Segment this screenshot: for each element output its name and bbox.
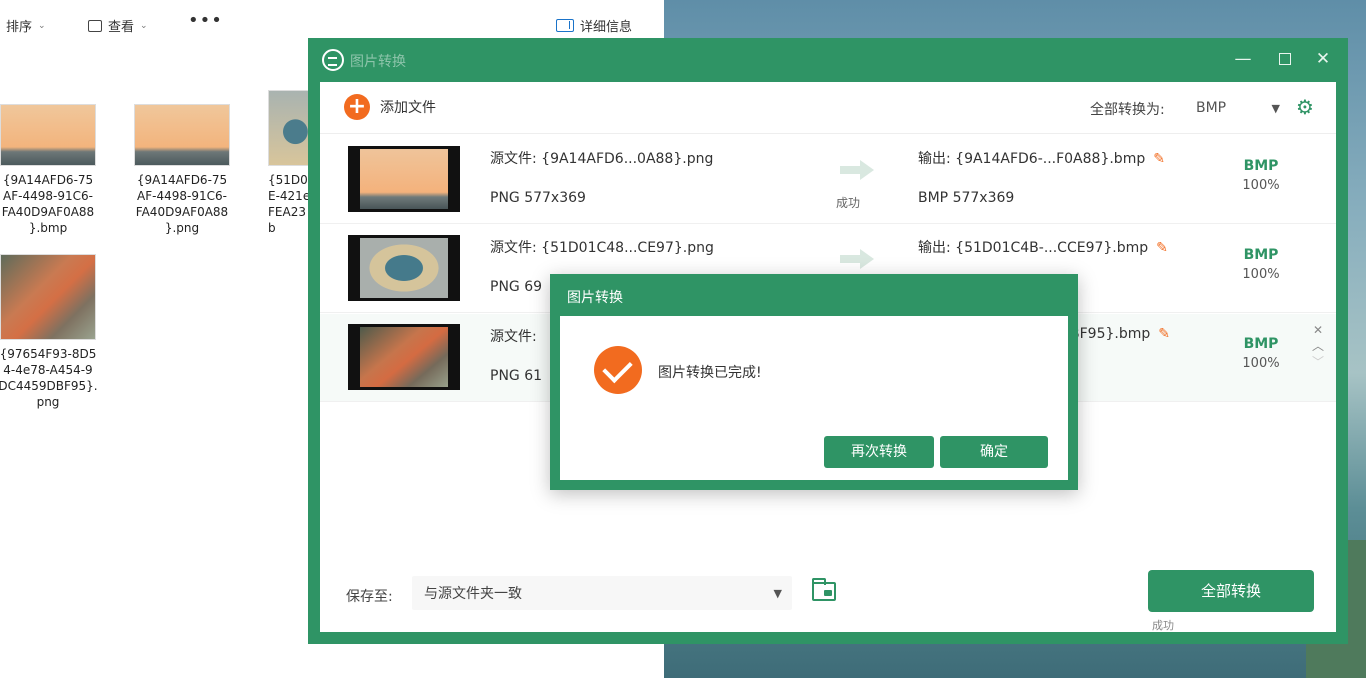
row-thumbnail: [348, 146, 460, 212]
thumbnail-image: [360, 238, 448, 298]
row-controls: ✕ ︿ ﹀: [1310, 322, 1326, 370]
row-thumbnail: [348, 235, 460, 301]
window-title: 图片转换: [350, 54, 406, 70]
details-pane-icon: [556, 19, 574, 32]
progress-percent: 100%: [1242, 356, 1280, 371]
output-file-info: BMP 577x369: [918, 190, 1015, 206]
source-file-label: 源文件: {9A14AFD6...0A88}.png: [490, 151, 714, 167]
format-badge: BMP: [1243, 158, 1279, 174]
save-location-select[interactable]: 与源文件夹一致 ▼: [412, 576, 792, 610]
save-to-label: 保存至:: [346, 589, 393, 605]
output-file-name: 输出: {9A14AFD6-...F0A88}.bmp: [918, 151, 1146, 167]
edit-pencil-icon[interactable]: ✎: [1156, 240, 1168, 256]
row-status: 成功: [836, 196, 861, 210]
maximize-icon: [1279, 53, 1291, 65]
file-name: {97654F93-8D5 4-4e78-A454-9 DC4459DBF95}…: [0, 347, 98, 409]
dialog-message: 图片转换已完成!: [658, 365, 762, 381]
file-name: {9A14AFD6-75 AF-4498-91C6- FA40D9AF0A88 …: [1, 173, 95, 235]
save-location-value: 与源文件夹一致: [424, 586, 522, 602]
dialog-title: 图片转换: [567, 290, 623, 306]
sort-label: 排序: [6, 20, 33, 35]
details-label: 详细信息: [580, 20, 633, 35]
view-label: 查看: [108, 20, 135, 35]
convert-again-button[interactable]: 再次转换: [824, 436, 934, 468]
plus-icon: +: [344, 94, 370, 120]
ok-button[interactable]: 确定: [940, 436, 1048, 468]
source-file-label: 源文件: {51D01C48...CE97}.png: [490, 240, 714, 256]
sort-button[interactable]: 排序 ⌄: [6, 16, 46, 35]
edit-pencil-icon[interactable]: ✎: [1153, 151, 1165, 167]
output-file-name: 输出: {51D01C4B-...CCE97}.bmp: [918, 240, 1149, 256]
dropdown-arrow-icon: ▼: [1271, 101, 1280, 115]
file-item[interactable]: {9A14AFD6-75 AF-4498-91C6- FA40D9AF0A88 …: [0, 104, 98, 236]
output-file-label: 输出: {9A14AFD6-...F0A88}.bmp ✎: [918, 148, 1165, 168]
view-button[interactable]: 查看 ⌄: [88, 16, 148, 35]
chevron-down-icon: ⌄: [140, 20, 148, 31]
convert-all-button[interactable]: 全部转换: [1148, 570, 1314, 612]
file-thumbnail: [134, 104, 230, 166]
file-thumbnail: [0, 254, 96, 340]
source-file-info: PNG 61: [490, 368, 543, 384]
format-badge: BMP: [1243, 336, 1279, 352]
output-format-select[interactable]: BMP ▼: [1188, 92, 1288, 124]
thumbnail-image: [360, 327, 448, 387]
source-file-label: 源文件:: [490, 329, 537, 345]
app-logo-icon: [322, 49, 344, 71]
success-check-icon: [594, 346, 642, 394]
output-file-label: 输出: {51D01C4B-...CCE97}.bmp ✎: [918, 237, 1168, 257]
remove-row-icon[interactable]: ✕: [1310, 322, 1326, 338]
file-item[interactable]: {9A14AFD6-75 AF-4498-91C6- FA40D9AF0A88 …: [132, 104, 232, 236]
more-options-button[interactable]: •••: [188, 10, 223, 31]
footer-status: 成功: [1152, 619, 1174, 632]
convert-all-to-label: 全部转换为:: [1090, 102, 1165, 118]
file-thumbnail: [0, 104, 96, 166]
folder-icon[interactable]: [812, 578, 836, 601]
output-file-name: BF95}.bmp: [1070, 326, 1151, 342]
settings-gear-icon[interactable]: ⚙: [1296, 96, 1314, 118]
view-icon: [88, 19, 102, 32]
add-files-button[interactable]: + 添加文件: [344, 94, 436, 120]
minimize-button[interactable]: —: [1230, 46, 1256, 72]
output-file-label: BF95}.bmp ✎: [1070, 326, 1170, 342]
edit-pencil-icon[interactable]: ✎: [1158, 326, 1170, 342]
title-bar: 图片转换 — ✕: [308, 38, 1348, 82]
arrow-right-icon: [840, 249, 874, 269]
move-down-icon[interactable]: ﹀: [1310, 354, 1326, 370]
format-badge: BMP: [1243, 247, 1279, 263]
dropdown-arrow-icon: ▼: [773, 586, 782, 600]
converter-toolbar: + 添加文件 全部转换为: BMP ▼ ⚙: [320, 82, 1336, 134]
progress-percent: 100%: [1242, 267, 1280, 282]
source-file-info: PNG 69: [490, 279, 543, 295]
converter-footer: 保存至: 与源文件夹一致 ▼ 全部转换 成功: [320, 562, 1336, 632]
source-file-info: PNG 577x369: [490, 190, 586, 206]
file-name: {9A14AFD6-75 AF-4498-91C6- FA40D9AF0A88 …: [135, 173, 229, 235]
progress-percent: 100%: [1242, 178, 1280, 193]
output-format-value: BMP: [1196, 100, 1227, 116]
conversion-row: 源文件: {9A14AFD6...0A88}.png PNG 577x369 成…: [320, 136, 1336, 224]
move-up-icon[interactable]: ︿: [1310, 338, 1326, 354]
maximize-button[interactable]: [1272, 46, 1298, 72]
file-item[interactable]: {97654F93-8D5 4-4e78-A454-9 DC4459DBF95}…: [0, 254, 98, 410]
thumbnail-image: [360, 149, 448, 209]
arrow-right-icon: [840, 160, 874, 180]
details-pane-button[interactable]: 详细信息: [556, 16, 632, 35]
chevron-down-icon: ⌄: [38, 20, 46, 31]
close-button[interactable]: ✕: [1310, 46, 1336, 72]
row-thumbnail: [348, 324, 460, 390]
dialog-body: 图片转换已完成! 再次转换 确定: [560, 316, 1068, 480]
conversion-complete-dialog: 图片转换 图片转换已完成! 再次转换 确定: [550, 274, 1078, 490]
add-files-label: 添加文件: [380, 100, 436, 116]
